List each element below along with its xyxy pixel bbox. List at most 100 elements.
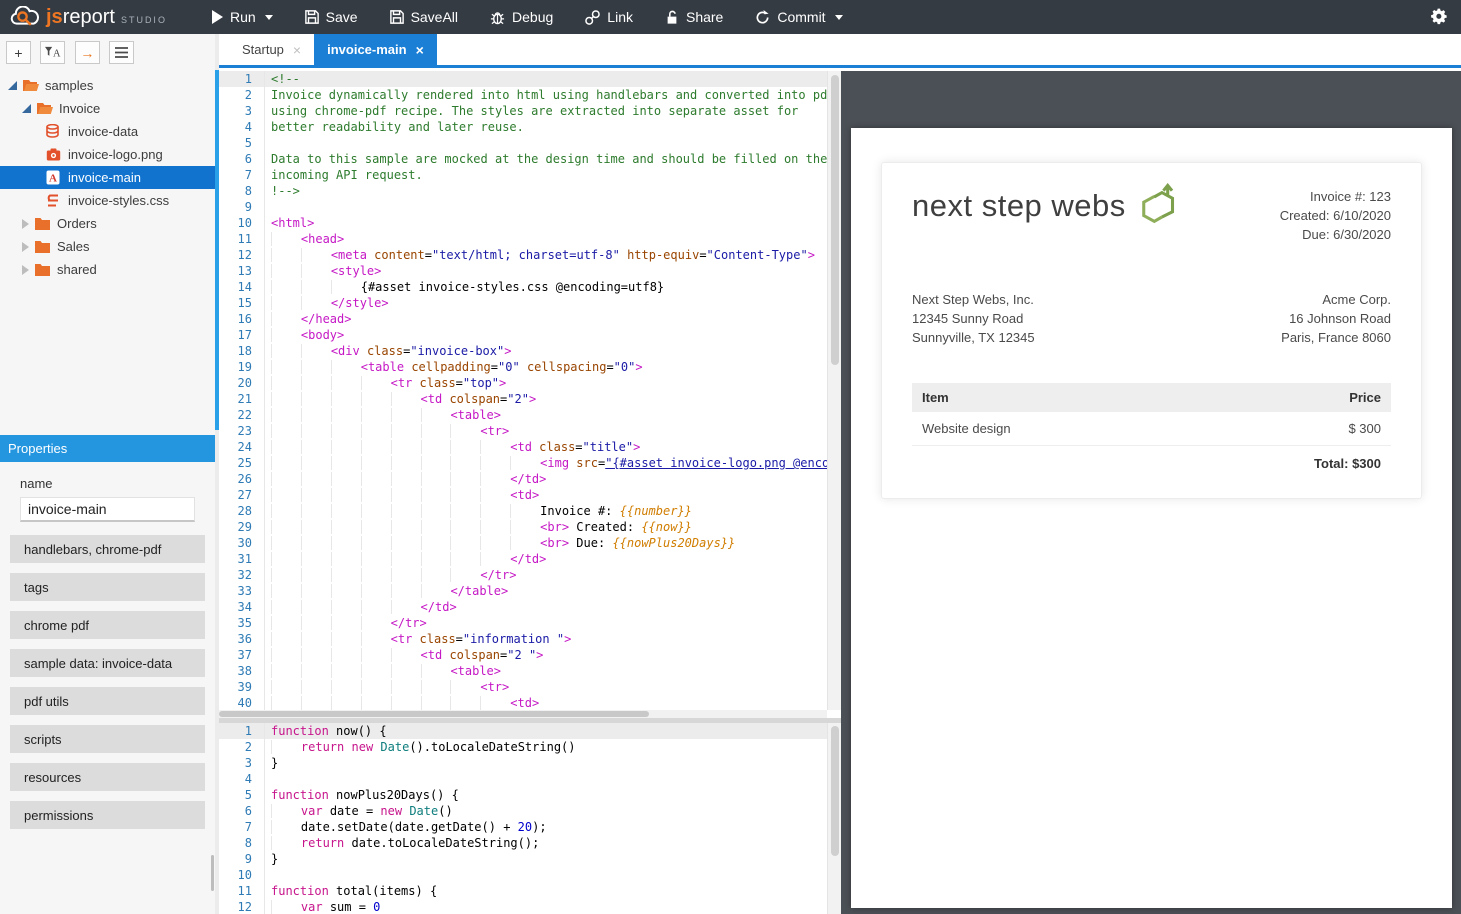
tree-item-samples[interactable]: samples [0,74,215,97]
tree-menu-button[interactable] [109,41,134,64]
commit-button[interactable]: Commit [755,9,842,25]
tab-invoice-main[interactable]: invoice-main × [314,34,437,65]
tree-item-label: invoice-styles.css [68,193,169,208]
section-chrome-pdf[interactable]: chrome pdf [10,611,205,639]
code-text: Invoice #: {{number}} [265,503,692,519]
code-line: 23 <tr> [219,423,841,439]
vertical-scrollbar-thumb[interactable] [831,75,839,365]
line-number: 16 [219,311,265,327]
code-line: 1function now() { [219,723,841,739]
line-number: 12 [219,899,265,914]
tree-item-label: Sales [57,239,90,254]
code-line: 40 <td> [219,695,841,710]
section-scripts[interactable]: scripts [10,725,205,753]
tree-item-shared[interactable]: shared [0,258,215,281]
line-number: 12 [219,247,265,263]
filter-by-type-button[interactable]: A [40,41,65,64]
save-all-button[interactable]: SaveAll [390,9,458,25]
price-cell: $ 300 [1178,412,1391,446]
section-engine-recipe[interactable]: handlebars, chrome-pdf [10,535,205,563]
helpers-code-editor[interactable]: 1function now() {2 return new Date().toL… [219,723,841,914]
expander-open-icon[interactable] [8,81,17,90]
jsreport-logo[interactable]: jsreport STUDIO [10,6,167,29]
unlock-icon [665,10,679,25]
tree-item-invoice[interactable]: Invoice [0,97,215,120]
html-code-editor[interactable]: 1<!--2Invoice dynamically rendered into … [219,71,841,710]
section-permissions[interactable]: permissions [10,801,205,829]
editor-horizontal-scrollbar[interactable] [219,710,827,718]
line-number: 38 [219,663,265,679]
close-icon[interactable]: × [293,43,301,57]
invoice-number: Invoice #: 123 [1280,187,1391,206]
tree-item-invoice-styles[interactable]: invoice-styles.css [0,189,215,212]
properties-panel: Properties name handlebars, chrome-pdf t… [0,435,215,839]
section-pdf-utils[interactable]: pdf utils [10,687,205,715]
tree-item-label: invoice-logo.png [68,147,163,162]
code-line: 8 return date.toLocaleDateString(); [219,835,841,851]
code-line: 31 </td> [219,551,841,567]
name-input[interactable] [20,497,195,522]
section-label: handlebars, chrome-pdf [24,542,161,557]
section-tags[interactable]: tags [10,573,205,601]
close-icon[interactable]: × [416,43,424,57]
share-button[interactable]: Share [665,9,723,25]
vertical-scrollbar-thumb[interactable] [831,726,839,856]
section-label: sample data: invoice-data [24,656,172,671]
floppy-icon [305,10,319,24]
section-label: pdf utils [24,694,69,709]
code-text: <meta content="text/html; charset=utf-8"… [265,247,815,263]
code-text: <td> [265,695,539,710]
code-line: 2 return new Date().toLocaleDateString() [219,739,841,755]
line-number: 35 [219,615,265,631]
tree-item-sales[interactable]: Sales [0,235,215,258]
line-number: 30 [219,535,265,551]
code-line: 7 date.setDate(date.getDate() + 20); [219,819,841,835]
tab-startup[interactable]: Startup × [229,34,314,65]
code-text: !--> [265,183,300,199]
run-button[interactable]: Run [211,9,273,25]
expander-open-icon[interactable] [22,104,31,113]
code-line: 24 <td class="title"> [219,439,841,455]
section-sample-data[interactable]: sample data: invoice-data [10,649,205,677]
tree-item-orders[interactable]: Orders [0,212,215,235]
line-number: 21 [219,391,265,407]
line-number: 2 [219,87,265,103]
horizontal-scrollbar-thumb[interactable] [219,711,649,717]
code-text: <table cellpadding="0" cellspacing="0"> [265,359,643,375]
svg-text:A: A [49,173,57,185]
item-column-header: Item [912,383,1178,412]
link-button[interactable]: Link [585,9,633,25]
expander-closed-icon[interactable] [22,242,29,252]
table-row: Website design $ 300 [912,412,1391,446]
commit-label: Commit [777,9,825,25]
code-line: 9 [219,199,841,215]
collapse-tree-button[interactable]: → [75,41,100,64]
helpers-vertical-scrollbar[interactable] [827,723,841,914]
section-label: resources [24,770,81,785]
expander-closed-icon[interactable] [22,219,29,229]
tree-item-invoice-logo[interactable]: invoice-logo.png [0,143,215,166]
expander-closed-icon[interactable] [22,265,29,275]
save-button[interactable]: Save [305,9,358,25]
code-text: } [265,755,278,771]
save-all-label: SaveAll [411,9,458,25]
line-number: 5 [219,135,265,151]
jsreport-studio-app: jsreport STUDIO Run Save SaveAll Debug [0,0,1461,914]
code-line: 17 <body> [219,327,841,343]
new-entity-button[interactable]: + [6,41,31,64]
tree-item-label: Invoice [59,101,100,116]
section-label: chrome pdf [24,618,89,633]
code-text: <body> [265,327,344,343]
tree-item-invoice-data[interactable]: invoice-data [0,120,215,143]
debug-button[interactable]: Debug [490,9,553,25]
settings-gear-button[interactable] [1430,7,1449,31]
total-row: Total: $300 [912,446,1391,481]
code-text: <td colspan="2 "> [265,647,543,663]
template-file-icon: A [46,170,62,186]
editor-vertical-scrollbar[interactable] [827,71,841,710]
line-number: 37 [219,647,265,663]
section-resources[interactable]: resources [10,763,205,791]
sidebar-scrollbar-thumb[interactable] [211,855,214,891]
tree-item-invoice-main[interactable]: A invoice-main [0,166,215,189]
code-line: 35 </tr> [219,615,841,631]
